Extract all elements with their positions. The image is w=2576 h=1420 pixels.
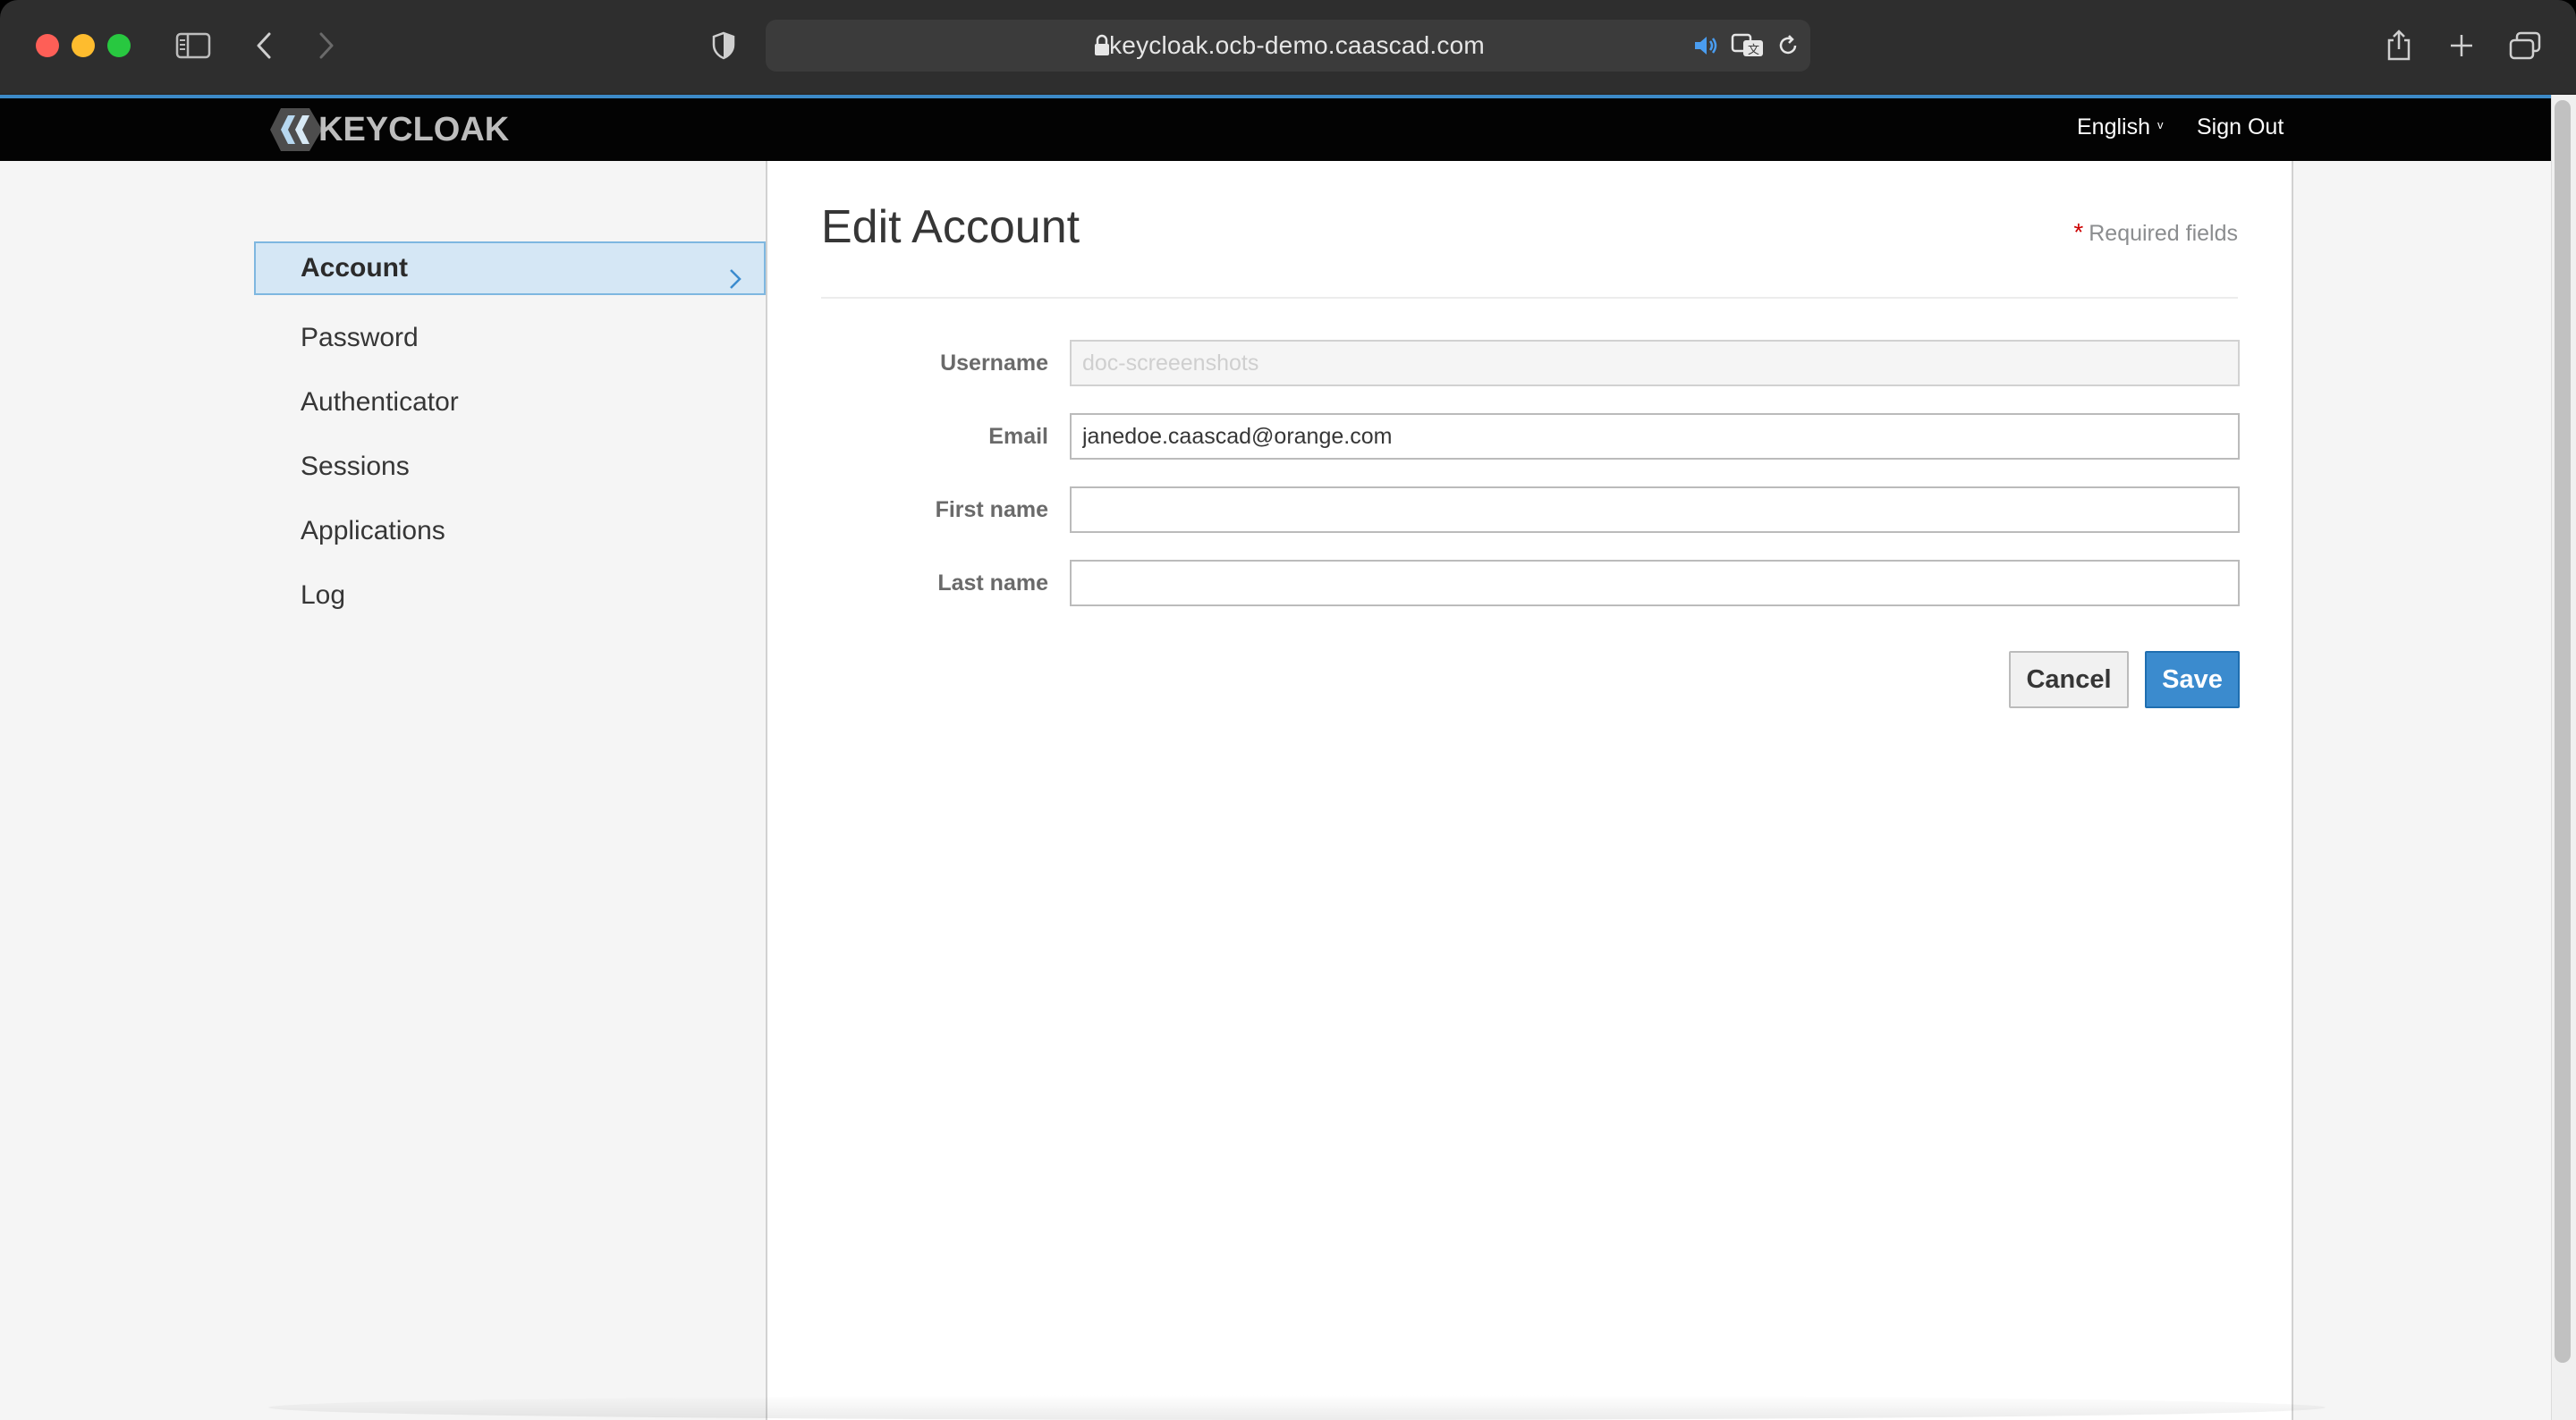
scrollbar-thumb[interactable] [2555, 100, 2571, 1363]
account-sidebar: Account Password Authenticator Sessions … [254, 241, 766, 628]
username-field [1070, 340, 2240, 386]
language-dropdown[interactable]: English v [2077, 114, 2164, 140]
sidebar-item-label: Authenticator [301, 387, 459, 417]
tabs-overview-icon[interactable] [2508, 23, 2542, 68]
back-icon[interactable] [250, 23, 277, 68]
save-button[interactable]: Save [2145, 651, 2240, 708]
language-label: English [2077, 114, 2150, 139]
required-note-label: Required fields [2089, 221, 2238, 246]
sidebar-item-label: Log [301, 580, 346, 610]
required-fields-note: * Required fields [2073, 218, 2238, 247]
username-row: Username [821, 340, 2240, 386]
browser-toolbar: keycloak.ocb-demo.caascad.com 文 [0, 0, 2576, 95]
translate-icon[interactable]: 文 [1730, 23, 1766, 68]
page-body: Account Password Authenticator Sessions … [0, 161, 2551, 1420]
username-label: Username [940, 351, 1048, 376]
last-name-field[interactable] [1070, 560, 2240, 606]
sidebar-item-authenticator[interactable]: Authenticator [254, 370, 766, 435]
reload-icon[interactable] [1775, 23, 1801, 68]
sidebar-item-label: Sessions [301, 452, 410, 481]
app-header: KEYCLOAK English v Sign Out [0, 98, 2551, 161]
first-name-row: First name * [821, 486, 2240, 533]
bottom-shadow [268, 1395, 2326, 1420]
speaker-icon[interactable] [1692, 23, 1719, 68]
chevron-down-icon: v [2157, 118, 2164, 131]
required-star: * [2073, 218, 2084, 246]
first-name-field[interactable] [1070, 486, 2240, 533]
title-divider [821, 297, 2238, 299]
sidebar-item-sessions[interactable]: Sessions [254, 435, 766, 499]
close-window-button[interactable] [36, 34, 59, 57]
sidebar-item-password[interactable]: Password [254, 306, 766, 370]
sign-out-link[interactable]: Sign Out [2197, 114, 2284, 140]
sidebar-item-label: Account [301, 253, 408, 283]
page-title: Edit Account [821, 201, 1080, 253]
url-text: keycloak.ocb-demo.caascad.com [1109, 31, 1485, 59]
email-field[interactable] [1070, 413, 2240, 460]
sidebar-item-label: Password [301, 323, 419, 352]
keycloak-logo-icon [270, 108, 322, 151]
minimize-window-button[interactable] [72, 34, 95, 57]
shield-icon[interactable] [710, 23, 737, 68]
keycloak-logo-text: KEYCLOAK [318, 110, 510, 148]
first-name-label: First name [935, 497, 1048, 522]
edit-account-panel: Edit Account *Required fields Username E… [766, 161, 2293, 1420]
svg-text:文: 文 [1748, 44, 1759, 57]
sidebar-item-label: Applications [301, 516, 445, 545]
email-label: Email [988, 424, 1048, 449]
zoom-window-button[interactable] [107, 34, 131, 57]
email-row: Email * [821, 413, 2240, 460]
new-tab-icon[interactable] [2445, 23, 2478, 68]
forward-icon[interactable] [313, 23, 340, 68]
chevron-right-icon [728, 258, 742, 308]
last-name-label: Last name [937, 571, 1048, 596]
address-bar[interactable]: keycloak.ocb-demo.caascad.com 文 [766, 20, 1810, 72]
last-name-row: Last name * [821, 560, 2240, 606]
cancel-button[interactable]: Cancel [2009, 651, 2129, 708]
keycloak-logo[interactable]: KEYCLOAK [268, 104, 509, 156]
sidebar-item-log[interactable]: Log [254, 563, 766, 628]
share-icon[interactable] [2383, 23, 2415, 68]
sidebar-item-account[interactable]: Account [254, 241, 766, 295]
sidebar-toggle-icon[interactable] [174, 23, 213, 68]
sidebar-item-applications[interactable]: Applications [254, 499, 766, 563]
